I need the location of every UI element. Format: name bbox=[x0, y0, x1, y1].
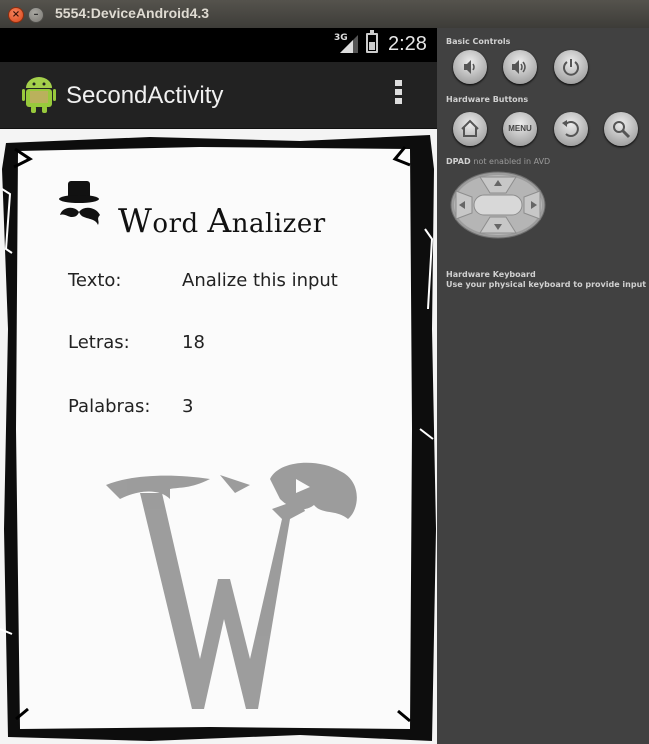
back-button[interactable] bbox=[554, 112, 588, 146]
volume-down-icon bbox=[464, 60, 475, 74]
content-area: Word Analizer Texto: Analize this input … bbox=[0, 129, 437, 744]
hardware-keyboard-note: Hardware Keyboard Use your physical keyb… bbox=[446, 270, 647, 289]
texto-value: Analize this input bbox=[182, 270, 338, 291]
palabras-label: Palabras: bbox=[68, 396, 151, 417]
signal-icon bbox=[340, 35, 358, 53]
dpad-title: DPAD not enabled in AVD bbox=[446, 157, 551, 166]
letras-label: Letras: bbox=[68, 332, 130, 353]
search-icon bbox=[613, 121, 631, 139]
app-logo-title: Word Analizer bbox=[118, 201, 326, 240]
window-titlebar: × – 5554:DeviceAndroid4.3 bbox=[0, 0, 649, 29]
volume-down-button[interactable] bbox=[453, 50, 487, 84]
window-title: 5554:DeviceAndroid4.3 bbox=[55, 5, 210, 21]
w-watermark-logo bbox=[106, 462, 357, 709]
letras-value: 18 bbox=[182, 332, 205, 353]
dpad-control[interactable] bbox=[450, 171, 546, 239]
search-button[interactable] bbox=[604, 112, 638, 146]
status-time: 2:28 bbox=[388, 33, 427, 55]
back-icon bbox=[562, 120, 579, 137]
hardware-buttons-title: Hardware Buttons bbox=[446, 95, 529, 104]
power-button[interactable] bbox=[554, 50, 588, 84]
overflow-menu-icon[interactable] bbox=[395, 80, 403, 110]
battery-icon bbox=[366, 30, 378, 53]
minimize-icon: – bbox=[33, 9, 39, 20]
basic-controls-title: Basic Controls bbox=[446, 37, 511, 46]
close-window-button[interactable]: × bbox=[8, 7, 24, 23]
home-button[interactable] bbox=[453, 112, 487, 146]
activity-title: SecondActivity bbox=[66, 82, 224, 109]
power-icon bbox=[563, 59, 579, 76]
device-screen: 3G 2:28 SecondActivity Word Analizer Tex… bbox=[0, 28, 437, 744]
palabras-value: 3 bbox=[182, 396, 194, 417]
status-bar: 3G 2:28 bbox=[0, 28, 437, 62]
android-robot-icon[interactable] bbox=[22, 77, 56, 113]
volume-up-button[interactable] bbox=[503, 50, 537, 84]
close-icon: × bbox=[11, 9, 21, 20]
hat-mustache-logo-icon bbox=[59, 181, 100, 225]
texto-label: Texto: bbox=[68, 270, 122, 291]
emulator-controls-panel: Basic Controls Hardware Buttons MENU DPA… bbox=[437, 28, 649, 744]
menu-button-label: MENU bbox=[508, 124, 532, 133]
volume-up-icon bbox=[512, 60, 526, 74]
minimize-window-button[interactable]: – bbox=[28, 7, 44, 23]
home-icon bbox=[461, 119, 479, 137]
menu-button[interactable]: MENU bbox=[503, 112, 537, 146]
action-bar: SecondActivity bbox=[0, 62, 437, 129]
